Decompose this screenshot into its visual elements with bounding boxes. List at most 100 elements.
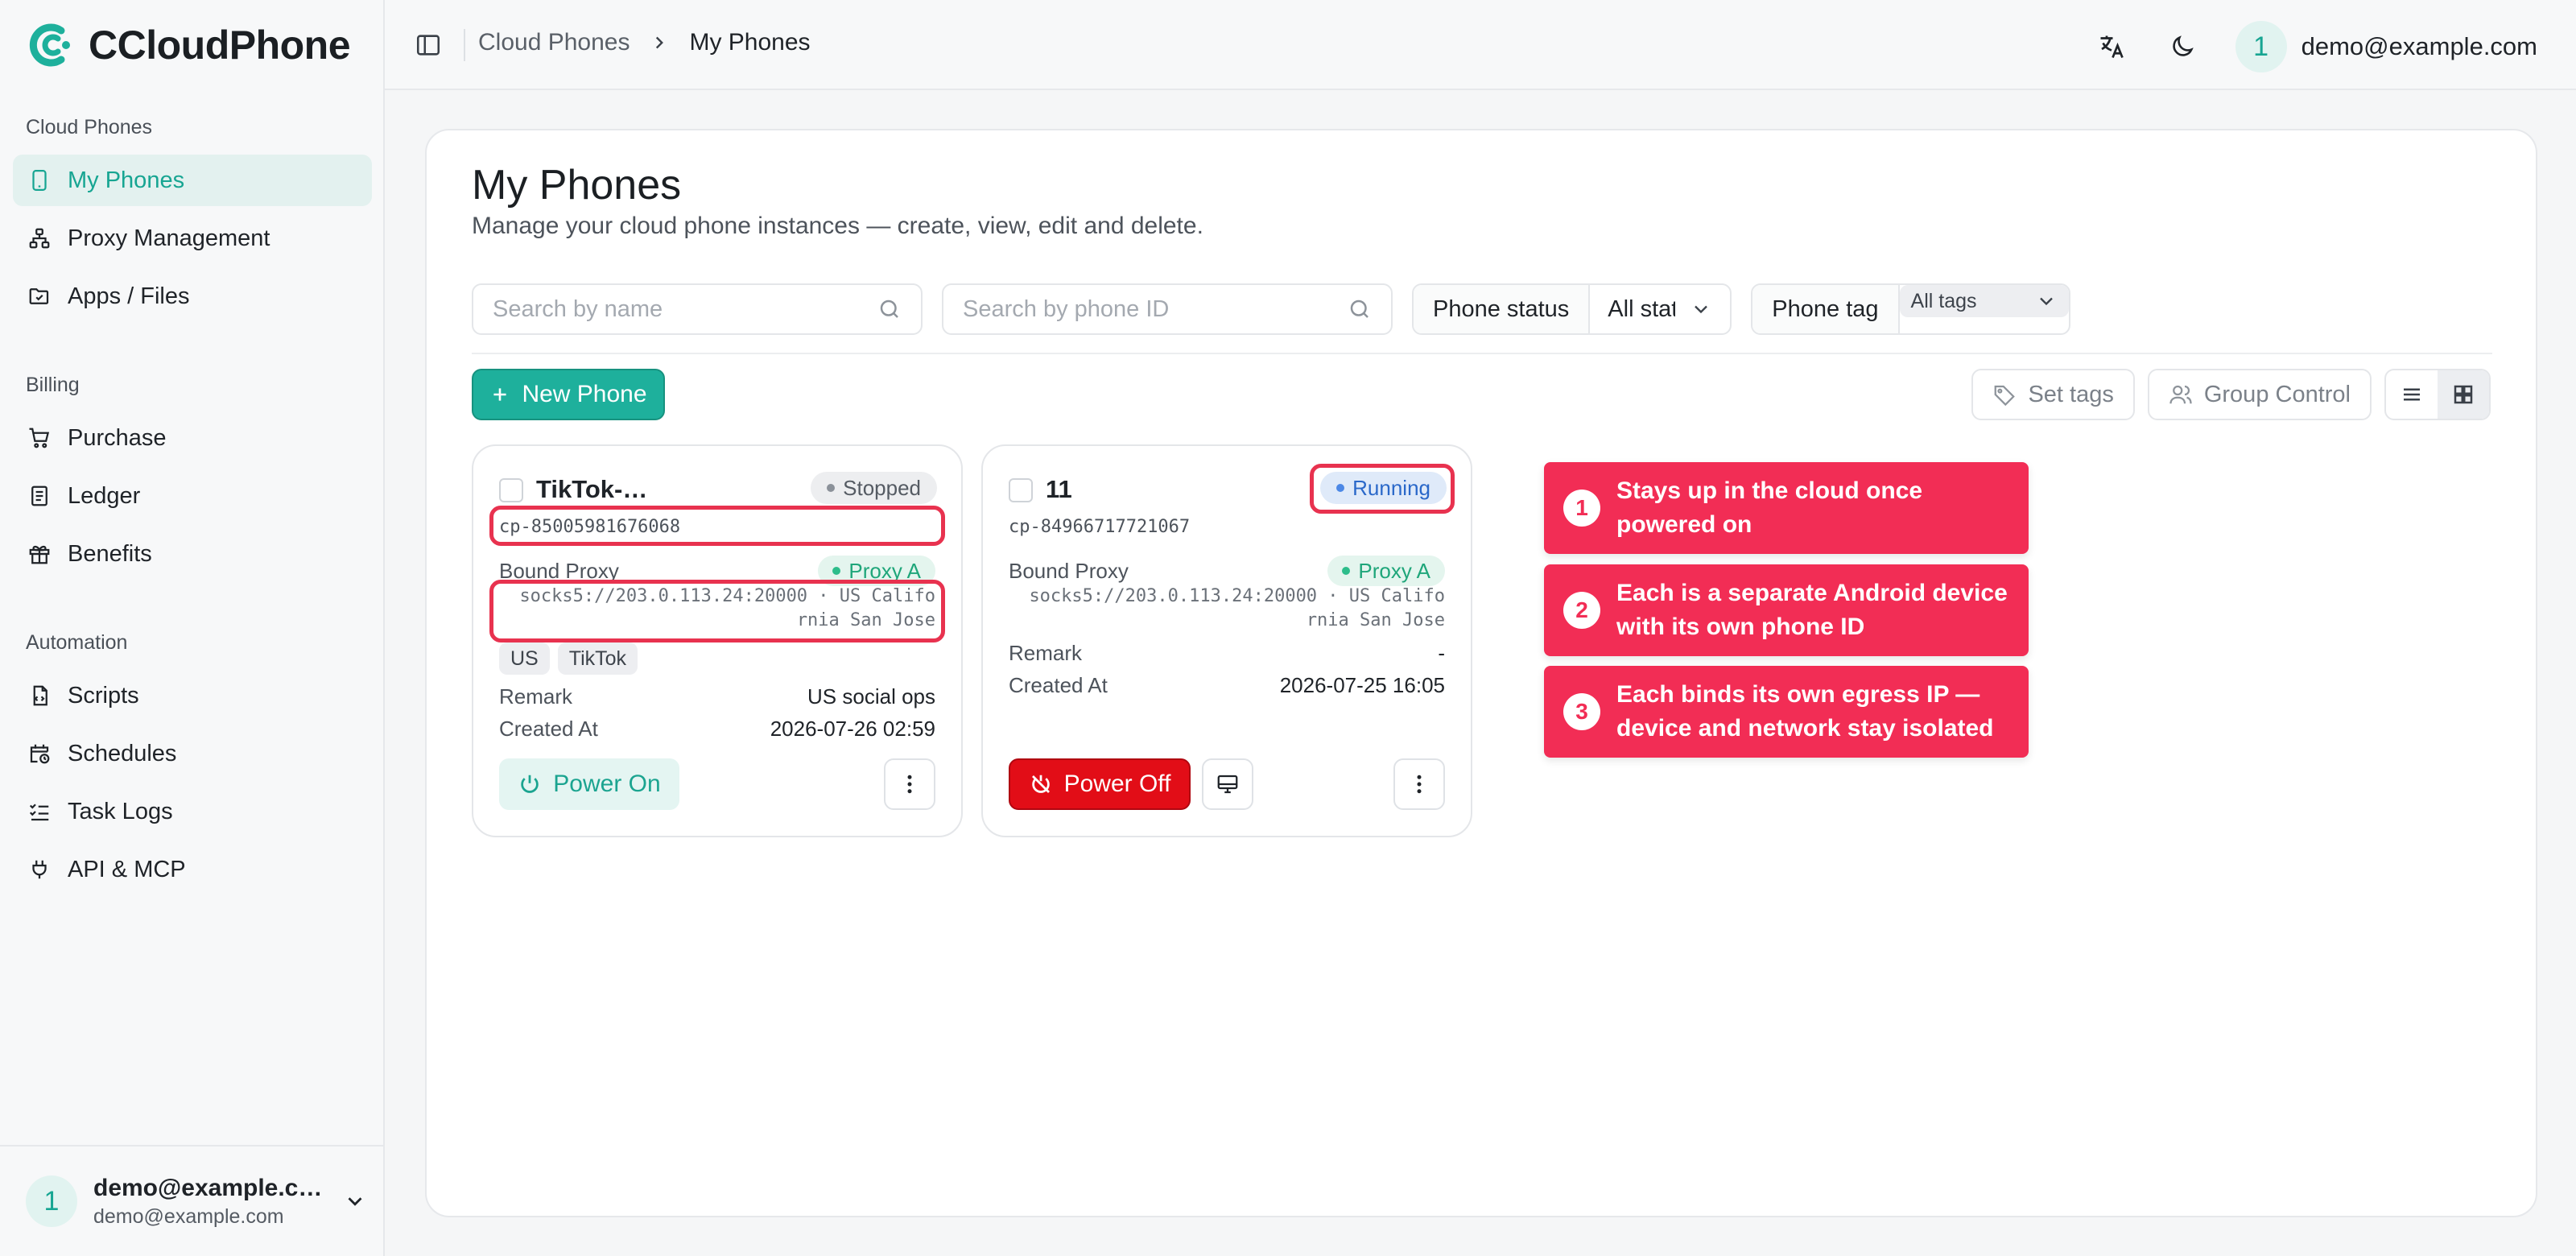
status-dot: [1336, 484, 1345, 492]
sidebar-item-apps-files[interactable]: Apps / Files: [13, 271, 372, 322]
sidebar-item-my-phones[interactable]: My Phones: [13, 155, 372, 206]
bound-proxy-label: Bound Proxy: [1009, 559, 1129, 583]
nav-group-automation: Automation: [26, 631, 128, 654]
phone-select-checkbox[interactable]: [499, 478, 523, 502]
folder-icon: [27, 284, 52, 308]
tag-icon: [1995, 385, 2016, 407]
app-logo[interactable]: CCloudPhone: [26, 18, 351, 72]
phone-id: cp-84966717721067: [1009, 517, 1191, 537]
phone-tag-select[interactable]: All tags: [1899, 285, 2069, 317]
power-on-button[interactable]: Power On: [499, 758, 679, 810]
header-divider: [464, 29, 465, 61]
status-label: Running: [1352, 475, 1430, 500]
phone-icon: [27, 168, 52, 192]
users-icon: [2169, 385, 2192, 404]
power-on-label: Power On: [553, 771, 661, 797]
language-button[interactable]: [2094, 29, 2129, 64]
callout-text: Each binds its own egress IP — device an…: [1616, 681, 1994, 742]
main-panel: My Phones Manage your cloud phone instan…: [425, 129, 2537, 1217]
remark-label: Remark: [499, 684, 573, 709]
search-phone-id-input[interactable]: Search by phone ID: [942, 283, 1393, 335]
phone-status-select[interactable]: All status: [1590, 285, 1730, 333]
theme-toggle-button[interactable]: [2165, 29, 2200, 64]
sidebar-item-scripts[interactable]: Scripts: [13, 670, 372, 721]
open-screen-button[interactable]: [1202, 758, 1253, 810]
toolbar-actions: Set tags Group Control: [1971, 369, 2491, 420]
proxy-url: socks5://203.0.113.24:20000 · US Califor…: [1029, 586, 1445, 630]
search-name-placeholder: Search by name: [493, 295, 663, 322]
callout-text: Each is a separate Android device with i…: [1616, 580, 2008, 640]
sidebar-item-ledger[interactable]: Ledger: [13, 470, 372, 522]
tag-chip: US: [499, 642, 550, 675]
annotation-callout-2: 2 Each is a separate Android device with…: [1544, 564, 2029, 656]
proxy-url: socks5://203.0.113.24:20000 · US Califor…: [519, 586, 935, 630]
created-at-value: 2026-07-25 16:05: [1279, 673, 1445, 697]
sidebar-item-label: Task Logs: [68, 798, 173, 824]
power-off-label: Power Off: [1063, 771, 1171, 797]
more-actions-button[interactable]: [884, 758, 935, 810]
breadcrumb-current: My Phones: [689, 29, 811, 56]
phone-card[interactable]: TikTok-US social ops Stopped cp-85005981…: [472, 444, 963, 837]
created-at-value: 2026-07-26 02:59: [770, 717, 935, 741]
sidebar-item-schedules[interactable]: Schedules: [13, 728, 372, 779]
search-icon: [880, 300, 898, 318]
app-root: CCloudPhone Cloud Phones My Phones Proxy…: [0, 0, 2576, 1256]
sidebar-item-proxy-management[interactable]: Proxy Management: [13, 213, 372, 264]
filter-bar: Search by name Search by phone ID Phone …: [472, 283, 2070, 335]
more-actions-button[interactable]: [1393, 758, 1445, 810]
status-label: Stopped: [843, 475, 921, 500]
group-control-button[interactable]: Group Control: [2147, 369, 2372, 420]
phone-status-filter: Phone status All status: [1412, 283, 1732, 335]
user-menu[interactable]: 1 demo@example.com: [2235, 21, 2537, 72]
page-title: My Phones: [472, 162, 682, 209]
translate-icon: [2100, 35, 2124, 59]
chevron-down-icon: [2039, 297, 2053, 306]
plus-icon: [493, 388, 507, 401]
status-badge: Running: [1320, 472, 1447, 504]
sidebar-item-label: Purchase: [68, 424, 167, 451]
phone-tag-label: Phone tag: [1752, 285, 1900, 333]
calendar-clock-icon: [27, 742, 52, 766]
search-name-input[interactable]: Search by name: [472, 283, 923, 335]
power-icon: [521, 775, 539, 793]
created-at-label: Created At: [499, 717, 598, 741]
power-off-button[interactable]: Power Off: [1009, 758, 1191, 810]
script-icon: [27, 684, 52, 708]
phone-tag-value: All tags: [1910, 289, 1977, 312]
proxy-dot: [1342, 567, 1351, 575]
proxy-dot: [832, 567, 841, 575]
sidebar-toggle-icon: [416, 35, 440, 56]
avatar: 1: [2235, 21, 2287, 72]
remark-value: -: [1438, 641, 1445, 665]
set-tags-button[interactable]: Set tags: [1971, 369, 2135, 420]
breadcrumb: Cloud Phones My Phones: [478, 29, 811, 56]
moon-icon: [2172, 35, 2194, 56]
checklist-icon: [27, 799, 52, 824]
grid-view-button[interactable]: [2438, 370, 2489, 419]
tag-chip: TikTok: [557, 642, 638, 675]
network-icon: [27, 226, 52, 250]
breadcrumb-parent[interactable]: Cloud Phones: [478, 29, 630, 56]
account-name: demo@example.com: [93, 1174, 327, 1201]
phone-card[interactable]: 11 Running cp-84966717721067 Bound Proxy…: [981, 444, 1472, 837]
phone-select-checkbox[interactable]: [1009, 478, 1033, 502]
sidebar-item-api-mcp[interactable]: API & MCP: [13, 844, 372, 895]
callout-number: 2: [1563, 592, 1600, 629]
more-vertical-icon: [907, 775, 912, 794]
header-actions: 1 demo@example.com: [2094, 21, 2537, 72]
sidebar-item-purchase[interactable]: Purchase: [13, 412, 372, 464]
new-phone-button[interactable]: New Phone: [472, 369, 665, 420]
list-view-button[interactable]: [2386, 370, 2438, 419]
status-badge: Stopped: [811, 472, 937, 504]
remark-value: US social ops: [807, 684, 935, 709]
sidebar-item-task-logs[interactable]: Task Logs: [13, 786, 372, 837]
sidebar-item-label: Scripts: [68, 682, 139, 709]
search-icon: [1350, 300, 1368, 318]
account-menu[interactable]: 1 demo@example.com demo@example.com: [0, 1145, 383, 1256]
sidebar-item-benefits[interactable]: Benefits: [13, 528, 372, 580]
sidebar-toggle-button[interactable]: [412, 29, 444, 61]
phone-tag-filter: Phone tag All tags: [1751, 283, 2070, 335]
filter-divider: [472, 353, 2492, 354]
ledger-icon: [27, 484, 52, 508]
proxy-name: Proxy A: [1358, 558, 1430, 583]
